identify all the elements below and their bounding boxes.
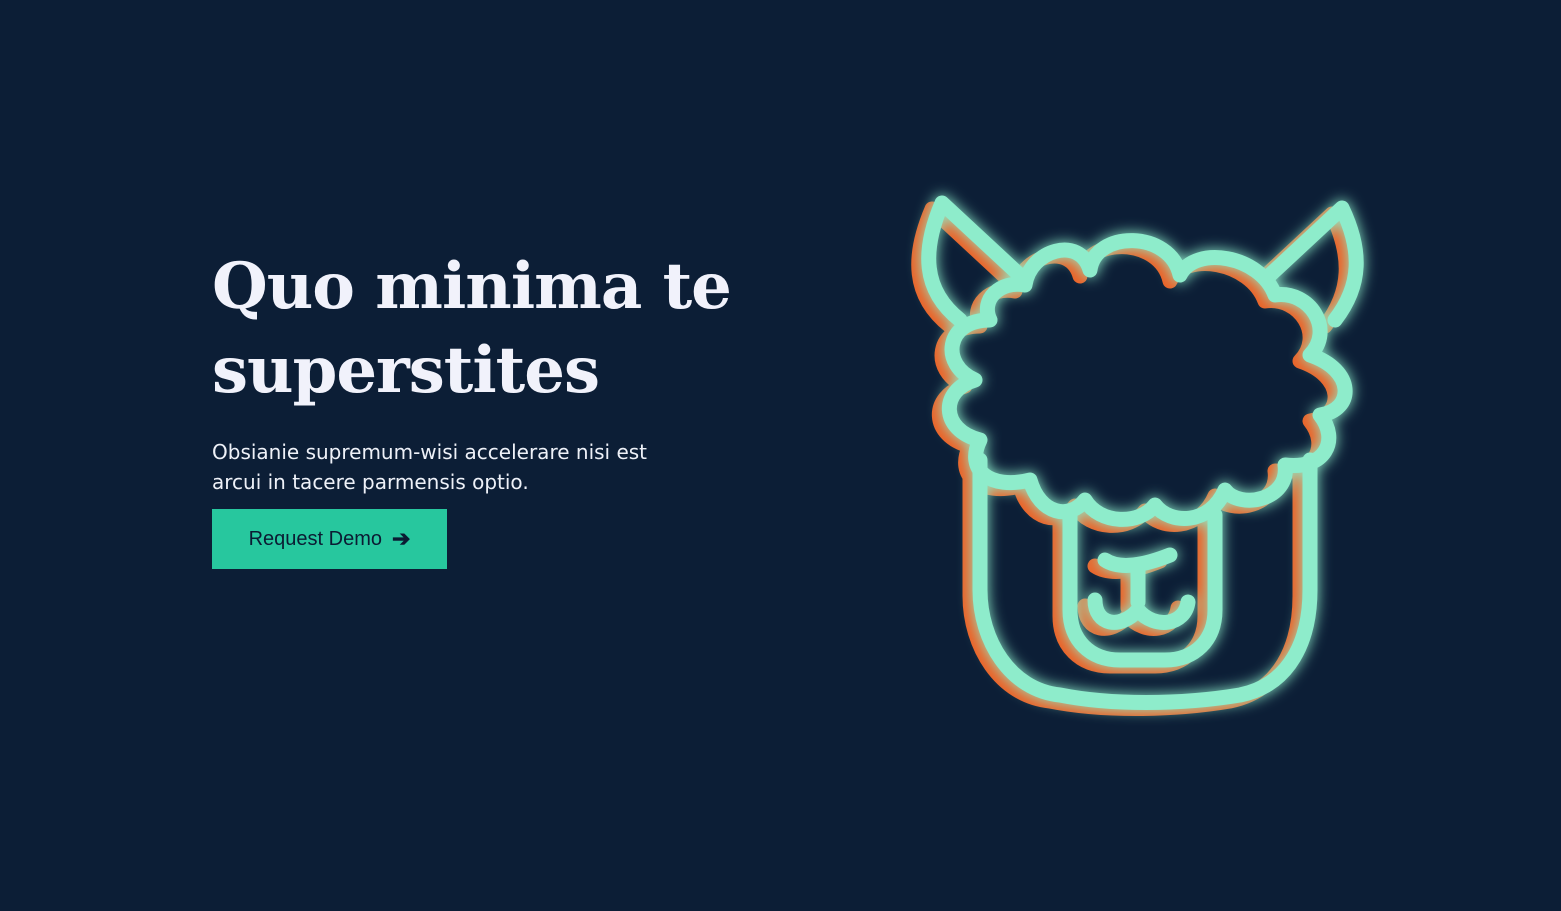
llama-icon	[880, 170, 1400, 750]
hero-subtitle: Obsianie supremum-wisi accelerare nisi e…	[212, 440, 648, 494]
request-demo-label: Request Demo	[248, 527, 382, 550]
arrow-right-icon: ➔	[391, 526, 411, 551]
headline-line-1: Quo minima te	[212, 249, 732, 324]
hero-headline: Quo minima te superstites	[212, 245, 732, 413]
request-demo-button[interactable]: Request Demo ➔	[212, 509, 447, 569]
headline-line-2: superstites	[212, 333, 600, 408]
hero-copy: Quo minima te superstites Obsianie suprem…	[212, 245, 732, 497]
hero-section: Quo minima te superstites Obsianie suprem…	[0, 0, 1561, 911]
